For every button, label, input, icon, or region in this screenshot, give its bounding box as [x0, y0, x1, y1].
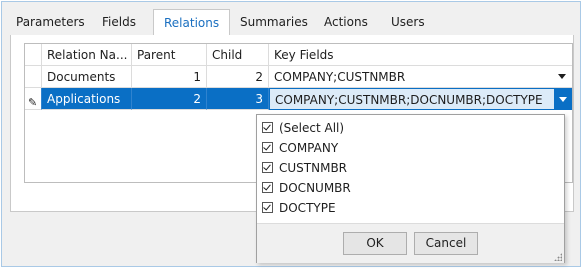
column-header-child[interactable]: Child	[207, 44, 269, 66]
table-row[interactable]: Documents 1 2 COMPANY;CUSTNMBR	[25, 66, 572, 88]
table-row-selected[interactable]: ✎ Applications 2 3 COMPANY;CUSTNMBR;DOCN…	[25, 88, 572, 110]
pencil-icon: ✎	[28, 96, 38, 109]
tab-fields[interactable]: Fields	[100, 9, 138, 35]
tab-actions[interactable]: Actions	[322, 9, 370, 35]
chevron-down-icon[interactable]	[558, 74, 566, 79]
key-fields-cell[interactable]: COMPANY;CUSTNMBR	[269, 66, 572, 88]
relation-name-cell[interactable]: Applications	[42, 88, 132, 110]
option-label: CUSTNMBR	[279, 161, 348, 175]
tab-users[interactable]: Users	[389, 9, 427, 35]
checkbox-checked-icon[interactable]	[262, 202, 273, 213]
dropdown-button[interactable]	[554, 89, 571, 109]
tab-parameters[interactable]: Parameters	[14, 9, 87, 35]
column-header-parent[interactable]: Parent	[132, 44, 207, 66]
grid-header-row: Relation Na... Parent Child Key Fields	[25, 44, 572, 66]
row-indicator[interactable]: ✎	[25, 88, 42, 110]
checkbox-checked-icon[interactable]	[262, 142, 273, 153]
column-header-key-fields[interactable]: Key Fields	[269, 44, 572, 66]
ok-button[interactable]: OK	[343, 232, 407, 255]
child-cell[interactable]: 3	[207, 88, 269, 110]
tab-strip: Parameters Fields Relations Summaries Ac…	[10, 9, 574, 36]
child-cell[interactable]: 2	[207, 66, 269, 88]
checkbox-checked-icon[interactable]	[262, 182, 273, 193]
resize-grip-icon[interactable]	[554, 253, 562, 261]
option-label: DOCNUMBR	[279, 181, 351, 195]
key-fields-value: COMPANY;CUSTNMBR;DOCNUMBR;DOCTYPE	[275, 93, 543, 107]
key-fields-editor[interactable]: COMPANY;CUSTNMBR;DOCNUMBR;DOCTYPE	[269, 88, 572, 110]
tab-summaries[interactable]: Summaries	[238, 9, 310, 35]
chevron-down-icon	[559, 97, 567, 102]
checkbox-checked-icon[interactable]	[262, 122, 273, 133]
column-header-relation-name[interactable]: Relation Na...	[42, 44, 132, 66]
row-indicator[interactable]	[25, 66, 42, 88]
key-fields-dropdown: (Select All) COMPANY CUSTNMBR DOCNUMBR D…	[256, 114, 565, 263]
tab-relations[interactable]: Relations	[153, 9, 231, 36]
row-indicator-header	[25, 44, 42, 66]
option-label: COMPANY	[279, 141, 339, 155]
parent-cell[interactable]: 2	[132, 88, 207, 110]
key-fields-value: COMPANY;CUSTNMBR	[274, 70, 406, 84]
cancel-button[interactable]: Cancel	[414, 232, 478, 255]
option-label: DOCTYPE	[279, 201, 336, 215]
checkbox-checked-icon[interactable]	[262, 162, 273, 173]
parent-cell[interactable]: 1	[132, 66, 207, 88]
option-label: (Select All)	[279, 121, 345, 135]
dropdown-footer: OK Cancel	[257, 223, 564, 263]
relation-name-cell[interactable]: Documents	[42, 66, 132, 88]
